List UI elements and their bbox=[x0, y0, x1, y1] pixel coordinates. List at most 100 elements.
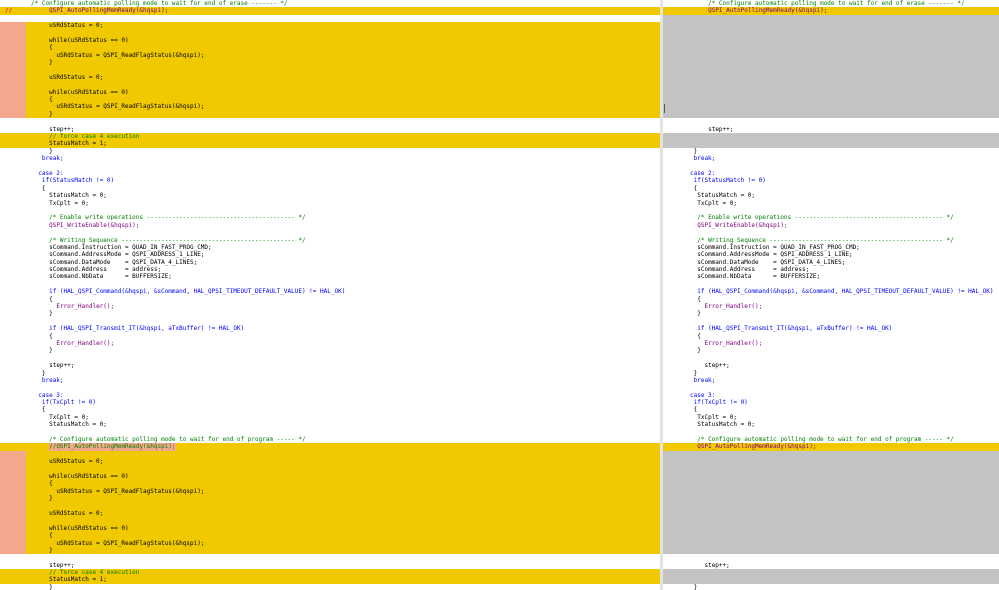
right-line[interactable]: } bbox=[663, 584, 999, 590]
right-line[interactable]: QSPI_AutoPollingMemReady(&hqspi); bbox=[663, 7, 999, 15]
right-line[interactable]: if (HAL_QSPI_Command(&hqspi, &sCommand, … bbox=[663, 288, 999, 295]
left-line[interactable]: { bbox=[0, 406, 660, 413]
right-line[interactable]: } bbox=[663, 148, 999, 155]
right-line[interactable]: case 3: bbox=[663, 392, 999, 399]
left-line[interactable]: if(StatusMatch != 0) bbox=[0, 177, 660, 184]
right-line[interactable]: /* Writing Sequence --------------------… bbox=[663, 237, 999, 244]
left-line[interactable]: if (HAL_QSPI_Transmit_IT(&hqspi, aTxBuff… bbox=[0, 325, 660, 332]
left-line[interactable] bbox=[0, 429, 660, 436]
right-line[interactable] bbox=[663, 14, 999, 23]
right-line[interactable] bbox=[663, 502, 999, 510]
left-line[interactable] bbox=[0, 502, 660, 510]
left-line[interactable]: sCommand.DataMode = QSPI_DATA_4_LINES; bbox=[0, 259, 660, 266]
right-line[interactable] bbox=[663, 539, 999, 547]
right-line[interactable] bbox=[663, 207, 999, 214]
left-line[interactable] bbox=[0, 517, 660, 525]
left-line[interactable]: uSRdStatus = 0; bbox=[0, 22, 660, 30]
left-line[interactable]: sCommand.Instruction = QUAD_IN_FAST_PROG… bbox=[0, 244, 660, 251]
right-line[interactable]: { bbox=[663, 296, 999, 303]
left-line[interactable]: { bbox=[0, 44, 660, 52]
right-line[interactable]: { bbox=[663, 333, 999, 340]
right-line[interactable] bbox=[663, 66, 999, 74]
right-line[interactable]: step++; bbox=[663, 362, 999, 369]
right-line[interactable] bbox=[663, 281, 999, 288]
right-line[interactable]: { bbox=[663, 185, 999, 192]
right-line[interactable]: QSPI_WriteEnable(&hqspi); bbox=[663, 222, 999, 229]
left-line[interactable]: while(uSRdStatus == 0) bbox=[0, 88, 660, 97]
left-line[interactable]: uSRdStatus = QSPI_ReadFlagStatus(&hqspi)… bbox=[0, 103, 660, 111]
right-line[interactable] bbox=[663, 384, 999, 391]
right-line[interactable] bbox=[663, 355, 999, 362]
right-line[interactable] bbox=[663, 318, 999, 325]
right-line[interactable] bbox=[663, 103, 999, 111]
left-line[interactable]: break; bbox=[0, 155, 660, 162]
right-line[interactable]: sCommand.NbData = BUFFERSIZE; bbox=[663, 273, 999, 280]
right-line[interactable]: StatusMatch = 0; bbox=[663, 421, 999, 428]
left-line[interactable]: step++; bbox=[0, 562, 660, 569]
left-line[interactable]: } bbox=[0, 59, 660, 67]
left-line[interactable] bbox=[0, 281, 660, 288]
left-line[interactable]: { bbox=[0, 480, 660, 488]
left-line[interactable] bbox=[0, 384, 660, 391]
left-line[interactable]: sCommand.Address = address; bbox=[0, 266, 660, 273]
right-code-pane[interactable]: /* Configure automatic polling mode to w… bbox=[663, 0, 999, 590]
right-line[interactable] bbox=[663, 44, 999, 52]
right-line[interactable]: StatusMatch = 0; bbox=[663, 192, 999, 199]
left-line[interactable]: } bbox=[0, 347, 660, 354]
right-line[interactable] bbox=[663, 546, 999, 555]
right-line[interactable] bbox=[663, 88, 999, 97]
left-line[interactable] bbox=[0, 29, 660, 37]
left-line[interactable]: sCommand.AddressMode = QSPI_ADDRESS_1_LI… bbox=[0, 251, 660, 258]
right-line[interactable]: /* Configure automatic polling mode to w… bbox=[663, 436, 999, 443]
left-line[interactable]: break; bbox=[0, 377, 660, 384]
right-line[interactable] bbox=[663, 81, 999, 89]
right-line[interactable]: } bbox=[663, 347, 999, 354]
left-line[interactable]: { bbox=[0, 333, 660, 340]
left-line[interactable]: /* Enable write operations -------------… bbox=[0, 214, 660, 221]
left-line[interactable]: // force case 4 execution bbox=[0, 133, 660, 141]
left-line[interactable]: while(uSRdStatus == 0) bbox=[0, 36, 660, 45]
left-line[interactable]: { bbox=[0, 185, 660, 192]
left-line[interactable] bbox=[0, 318, 660, 325]
left-line[interactable] bbox=[0, 81, 660, 89]
right-line[interactable]: /* Configure automatic polling mode to w… bbox=[663, 0, 999, 7]
left-line[interactable]: { bbox=[0, 96, 660, 104]
right-line[interactable]: sCommand.Address = address; bbox=[663, 266, 999, 273]
left-line[interactable] bbox=[0, 355, 660, 362]
right-line[interactable] bbox=[663, 487, 999, 496]
right-line[interactable]: /* Enable write operations -------------… bbox=[663, 214, 999, 221]
right-line[interactable]: step++; bbox=[663, 562, 999, 569]
left-line[interactable]: } bbox=[0, 584, 660, 590]
left-line[interactable]: TxCplt = 0; bbox=[0, 200, 660, 207]
left-line[interactable]: /* Configure automatic polling mode to w… bbox=[0, 436, 660, 443]
right-line[interactable] bbox=[663, 36, 999, 45]
left-line[interactable]: } bbox=[0, 546, 660, 555]
right-line[interactable] bbox=[663, 450, 999, 459]
right-line[interactable]: Error_Handler(); bbox=[663, 303, 999, 310]
right-line[interactable] bbox=[663, 532, 999, 540]
left-line[interactable]: StatusMatch = 1; bbox=[0, 140, 660, 148]
left-line[interactable]: { bbox=[0, 532, 660, 540]
left-line[interactable]: StatusMatch = 0; bbox=[0, 421, 660, 428]
right-line[interactable] bbox=[663, 51, 999, 60]
right-line[interactable] bbox=[663, 480, 999, 488]
right-line[interactable] bbox=[663, 118, 999, 125]
left-line[interactable]: uSRdStatus = QSPI_ReadFlagStatus(&hqspi)… bbox=[0, 539, 660, 547]
left-line[interactable]: } bbox=[0, 110, 660, 119]
right-line[interactable]: { bbox=[663, 406, 999, 413]
left-line[interactable]: step++; bbox=[0, 126, 660, 133]
left-line[interactable]: { bbox=[0, 296, 660, 303]
left-line[interactable]: } bbox=[0, 310, 660, 317]
right-line[interactable] bbox=[663, 554, 999, 561]
left-line[interactable] bbox=[0, 118, 660, 125]
right-line[interactable] bbox=[663, 495, 999, 503]
left-line[interactable]: while(uSRdStatus == 0) bbox=[0, 473, 660, 481]
right-line[interactable] bbox=[663, 569, 999, 577]
left-line[interactable]: } bbox=[0, 148, 660, 155]
right-line[interactable] bbox=[663, 473, 999, 481]
right-line[interactable] bbox=[663, 133, 999, 141]
right-line[interactable] bbox=[663, 96, 999, 104]
left-line[interactable] bbox=[0, 554, 660, 561]
left-line[interactable]: StatusMatch = 1; bbox=[0, 576, 660, 584]
left-line[interactable]: uSRdStatus = 0; bbox=[0, 73, 660, 82]
